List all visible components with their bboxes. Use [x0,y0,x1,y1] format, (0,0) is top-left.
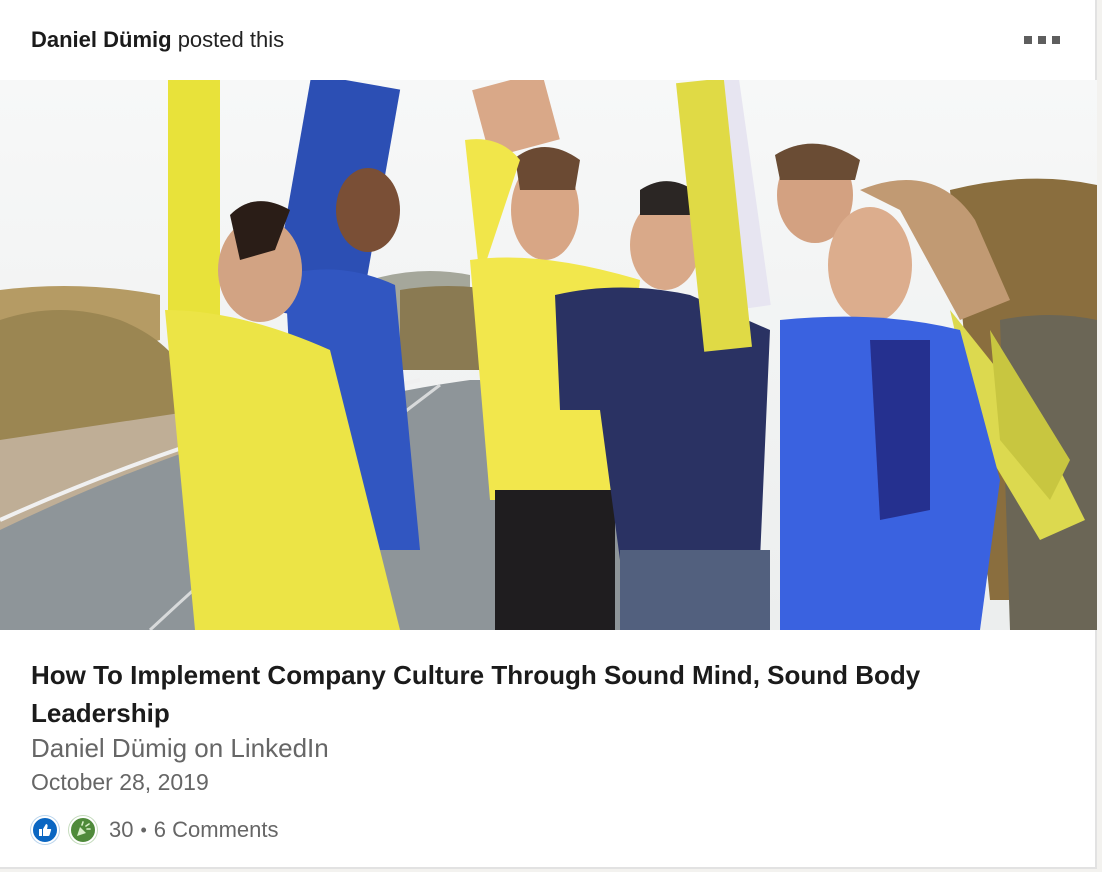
comments-count[interactable]: 6 Comments [154,817,279,843]
separator-dot: • [140,819,147,840]
article-source: Daniel Dümig on LinkedIn [31,733,329,763]
celebrate-icon[interactable] [69,816,97,844]
post-action-text: posted this [171,27,285,52]
article-image[interactable] [0,80,1097,630]
article-title[interactable]: How To Implement Company Culture Through… [31,656,1031,732]
post-card: Daniel Dümig posted this How To Implemen… [0,0,1097,869]
more-options-button[interactable] [1014,28,1070,52]
post-header: Daniel Dümig posted this [0,0,1097,80]
social-counts: 30 • 6 Comments [31,814,279,846]
group-runners-photo [0,80,1097,630]
article-date: October 28, 2019 [31,769,209,795]
like-icon[interactable] [31,816,59,844]
post-attribution: Daniel Dümig posted this [31,27,284,53]
reaction-count[interactable]: 30 [109,817,133,843]
author-name[interactable]: Daniel Dümig [31,27,172,52]
ellipsis-icon [1024,36,1032,44]
